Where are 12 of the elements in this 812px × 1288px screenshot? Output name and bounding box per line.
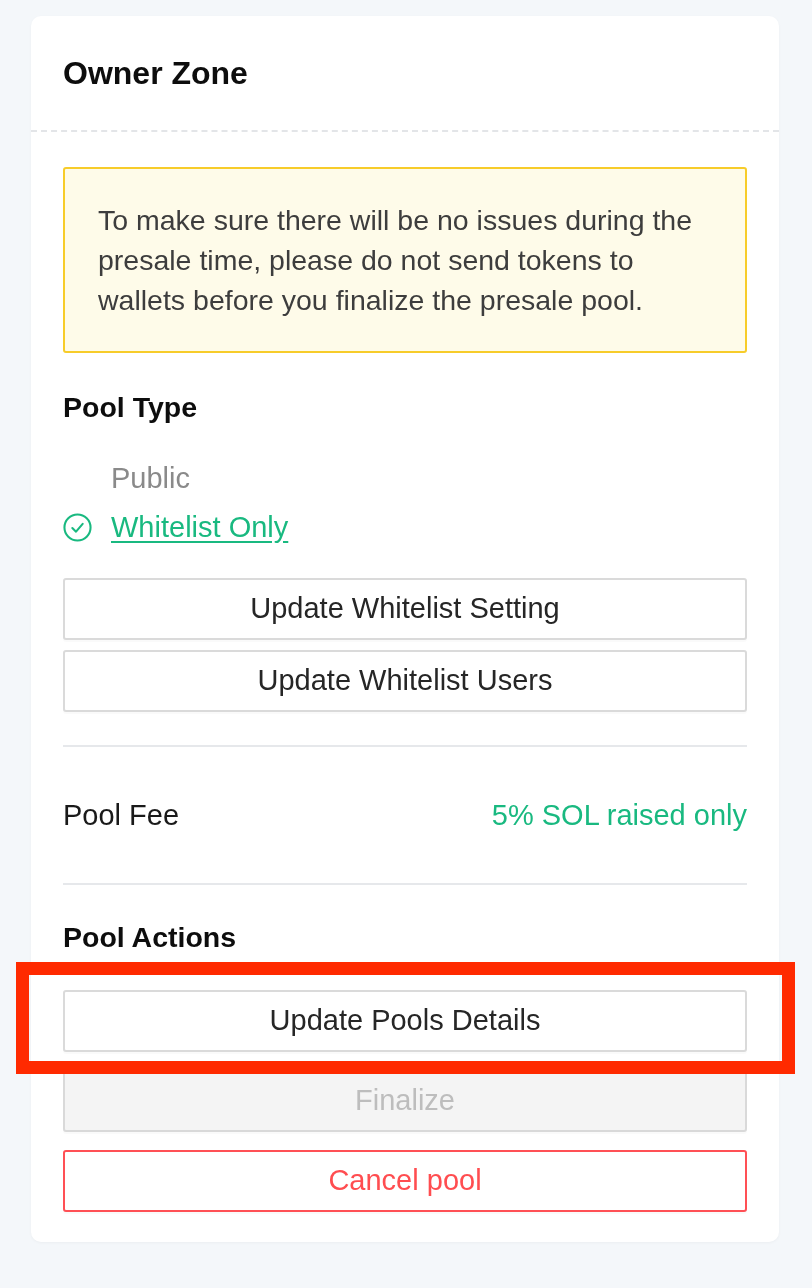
card-title: Owner Zone: [63, 54, 248, 92]
pool-type-option[interactable]: Whitelist Only: [111, 507, 289, 547]
whitelist-button[interactable]: Update Whitelist Users: [63, 650, 747, 712]
section-heading: Pool Type: [63, 390, 199, 424]
pool-type-option[interactable]: Public: [111, 458, 190, 498]
fee-value: 5% SOL raised only: [491, 798, 747, 834]
fee-label: Pool Fee: [63, 798, 180, 834]
action-button[interactable]: Update Pools Details: [63, 990, 747, 1052]
section-heading: Pool Actions: [63, 920, 238, 954]
whitelist-button[interactable]: Update Whitelist Setting: [63, 578, 747, 640]
warning-notice: To make sure there will be no issues during the presale time, please do not send tokens to wallets before you finalize the presale pool.: [63, 167, 747, 353]
cancel-button[interactable]: Cancel pool: [63, 1150, 747, 1212]
